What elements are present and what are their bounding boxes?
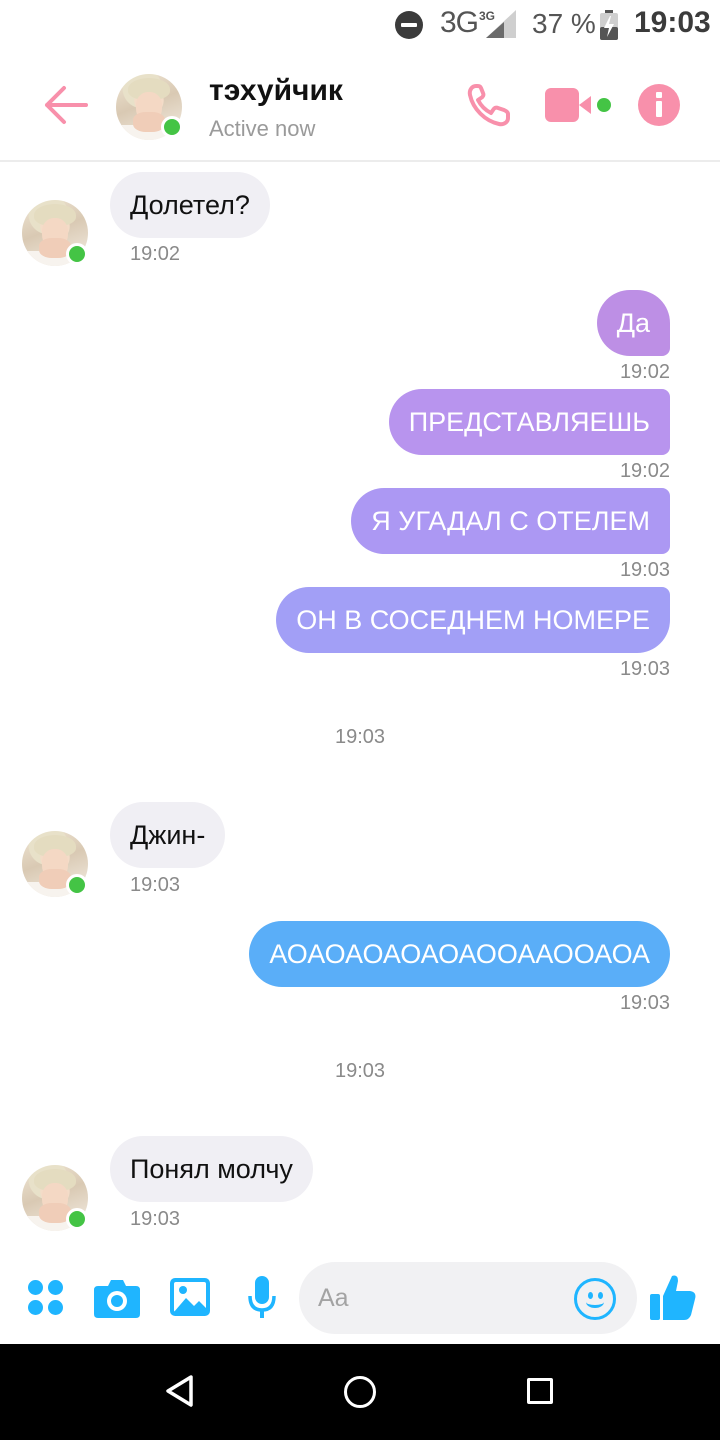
home-circle-icon[interactable] bbox=[344, 1376, 376, 1408]
gallery-icon[interactable] bbox=[170, 1278, 210, 1316]
battery-percent: 37 % bbox=[532, 8, 596, 39]
message-bubble-outgoing[interactable]: ПРЕДСТАВЛЯЕШЬ bbox=[388, 389, 670, 455]
message-input-placeholder: Aa bbox=[318, 1284, 349, 1312]
message-time: 19:02 bbox=[619, 361, 670, 383]
status-bar: 3G 3G 37 % 19:03 bbox=[0, 0, 720, 50]
contact-status: Active now bbox=[209, 116, 316, 141]
like-icon[interactable] bbox=[648, 1272, 698, 1322]
time-separator: 19:03 bbox=[334, 726, 386, 748]
message-input[interactable]: Aa bbox=[299, 1262, 637, 1334]
message-bubble-incoming[interactable]: Долетел? bbox=[110, 172, 270, 238]
phone-icon[interactable] bbox=[466, 82, 512, 128]
video-call-icon[interactable] bbox=[543, 86, 615, 124]
message-bubble-incoming[interactable]: Джин- bbox=[110, 802, 226, 868]
back-triangle-icon[interactable] bbox=[165, 1374, 195, 1408]
message-bubble-outgoing[interactable]: АОАОАОАОАОАООААООАОА bbox=[249, 921, 670, 987]
message-time: 19:02 bbox=[619, 460, 670, 482]
signal-icon bbox=[486, 10, 516, 38]
online-indicator bbox=[161, 116, 183, 138]
message-time: 19:03 bbox=[130, 1208, 181, 1230]
online-indicator bbox=[66, 1208, 88, 1230]
message-time: 19:03 bbox=[130, 874, 181, 896]
composer-bar: Aa bbox=[0, 1256, 720, 1344]
time-separator: 19:03 bbox=[334, 1060, 386, 1082]
mic-icon[interactable] bbox=[248, 1276, 276, 1320]
message-time: 19:03 bbox=[619, 992, 670, 1014]
network-type: 3G bbox=[440, 6, 479, 39]
info-icon[interactable] bbox=[638, 84, 680, 126]
online-indicator bbox=[66, 874, 88, 896]
back-arrow-icon[interactable] bbox=[42, 84, 90, 126]
message-time: 19:03 bbox=[619, 559, 670, 581]
more-icon[interactable] bbox=[28, 1280, 64, 1316]
battery-icon bbox=[600, 10, 618, 40]
message-bubble-outgoing[interactable]: Да bbox=[596, 290, 670, 356]
contact-name[interactable]: тэхуйчик bbox=[209, 74, 343, 108]
message-bubble-outgoing[interactable]: Я УГАДАЛ С ОТЕЛЕМ bbox=[351, 488, 670, 554]
chat-header: тэхуйчик Active now bbox=[0, 50, 720, 162]
emoji-icon[interactable] bbox=[574, 1278, 616, 1320]
online-indicator bbox=[66, 243, 88, 265]
camera-icon[interactable] bbox=[94, 1278, 140, 1318]
recent-square-icon[interactable] bbox=[527, 1378, 553, 1404]
message-bubble-incoming[interactable]: Понял молчу bbox=[110, 1136, 313, 1202]
message-time: 19:02 bbox=[130, 243, 181, 265]
message-bubble-outgoing[interactable]: ОН В СОСЕДНЕМ НОМЕРЕ bbox=[276, 587, 670, 653]
navigation-bar bbox=[0, 1344, 720, 1440]
status-time: 19:03 bbox=[634, 6, 711, 39]
do-not-disturb-icon bbox=[395, 11, 423, 39]
message-time: 19:03 bbox=[619, 658, 670, 680]
